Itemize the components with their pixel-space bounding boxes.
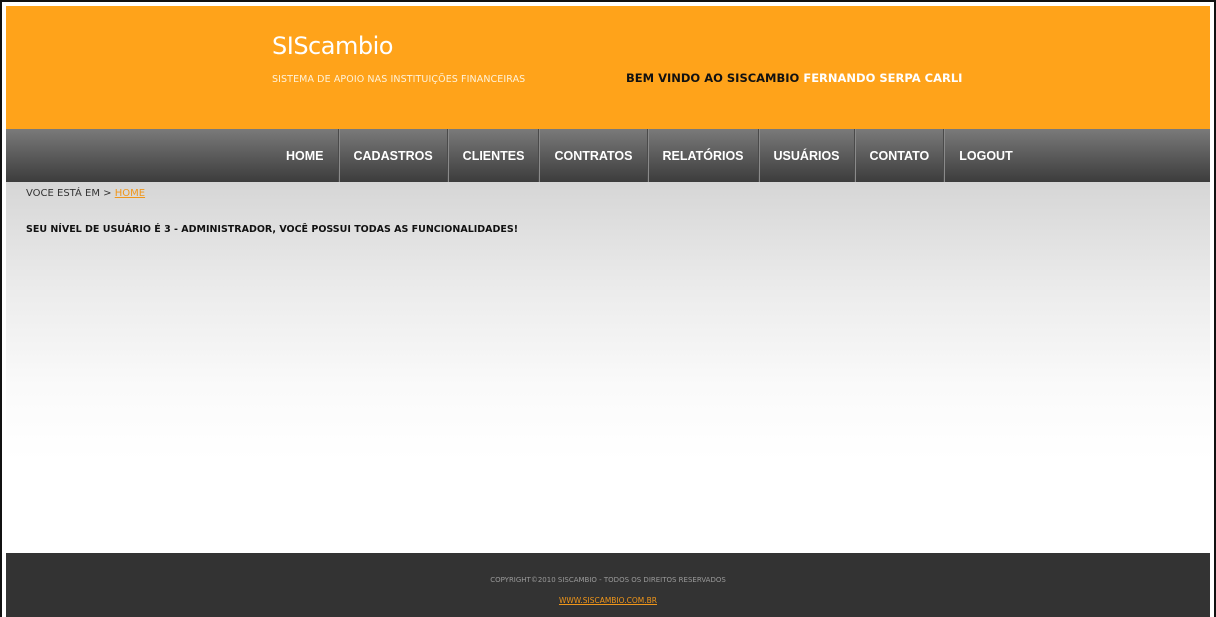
user-name: FERNANDO SERPA CARLI <box>803 71 963 85</box>
site-logo[interactable]: SIScambio <box>272 32 393 60</box>
nav-item-cadastros[interactable]: CADASTROS <box>338 129 448 182</box>
nav-item-contato[interactable]: CONTATO <box>854 129 945 182</box>
breadcrumb-home-link[interactable]: HOME <box>115 188 145 199</box>
nav-item-clientes[interactable]: CLIENTES <box>447 129 540 182</box>
welcome-message: BEM VINDO AO SISCAMBIO FERNANDO SERPA CA… <box>626 71 962 85</box>
nav-item-contratos[interactable]: CONTRATOS <box>539 129 648 182</box>
breadcrumb-prefix: VOCE ESTÁ EM > <box>26 188 112 199</box>
footer-site-link[interactable]: WWW.SISCAMBIO.COM.BR <box>559 596 657 605</box>
welcome-prefix: BEM VINDO AO SISCAMBIO <box>626 71 800 85</box>
nav-item-logout[interactable]: LOGOUT <box>944 129 1026 182</box>
nav-item-usuarios[interactable]: USUÁRIOS <box>758 129 855 182</box>
main-navigation: HOME CADASTROS CLIENTES CONTRATOS RELATÓ… <box>6 129 1210 182</box>
site-tagline: SISTEMA DE APOIO NAS INSTITUIÇÕES FINANC… <box>272 74 526 85</box>
nav-item-relatorios[interactable]: RELATÓRIOS <box>647 129 759 182</box>
breadcrumb: VOCE ESTÁ EM > HOME <box>26 188 145 199</box>
copyright-text: COPYRIGHT©2010 SISCAMBIO - TODOS OS DIRE… <box>490 576 726 584</box>
header: SIScambio SISTEMA DE APOIO NAS INSTITUIÇ… <box>6 6 1210 129</box>
footer: COPYRIGHT©2010 SISCAMBIO - TODOS OS DIRE… <box>6 553 1210 617</box>
main-content <box>6 182 1210 553</box>
user-level-message: SEU NÍVEL DE USUÁRIO É 3 - ADMINISTRADOR… <box>26 224 519 235</box>
nav-item-home[interactable]: HOME <box>272 129 339 182</box>
